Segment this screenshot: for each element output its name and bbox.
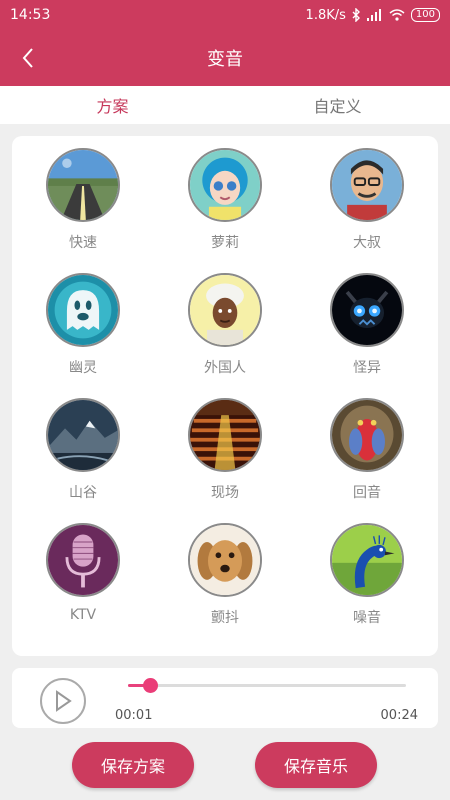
- tab-bar: 方案 自定义: [0, 86, 450, 124]
- audio-player: 00:01 00:24: [12, 668, 438, 728]
- effect-loli[interactable]: 萝莉: [154, 146, 296, 271]
- voice-effect-grid: 快速 萝莉 大叔 幽灵 外国人 怪异 山谷 现场 回音 KTV 颤抖 噪音: [12, 136, 438, 656]
- effect-label: 快速: [69, 235, 97, 251]
- effect-valley[interactable]: 山谷: [12, 396, 154, 521]
- effect-live[interactable]: 现场: [154, 396, 296, 521]
- wifi-icon: [389, 9, 405, 21]
- effect-label: 怪异: [353, 360, 381, 376]
- effect-label: 现场: [211, 485, 239, 501]
- signal-icon: [366, 9, 381, 21]
- girl-avatar-icon: [188, 148, 262, 222]
- effect-label: 外国人: [204, 360, 246, 376]
- battery-indicator: 100: [410, 8, 440, 22]
- status-icons: 1.8K/s 100: [306, 8, 440, 23]
- foreigner-icon: [188, 273, 262, 347]
- microphone-icon: [46, 523, 120, 597]
- tab-presets[interactable]: 方案: [0, 86, 225, 124]
- bluetooth-icon: [352, 8, 360, 22]
- effect-fast[interactable]: 快速: [12, 146, 154, 271]
- play-button[interactable]: [40, 678, 86, 724]
- tab-custom[interactable]: 自定义: [225, 86, 450, 124]
- chevron-left-icon: [22, 48, 33, 68]
- effect-ghost[interactable]: 幽灵: [12, 271, 154, 396]
- crowd-icon: [188, 398, 262, 472]
- effect-label: 回音: [353, 485, 381, 501]
- effect-ktv[interactable]: KTV: [12, 521, 154, 646]
- valley-icon: [46, 398, 120, 472]
- peacock-icon: [330, 523, 404, 597]
- man-avatar-icon: [330, 148, 404, 222]
- status-time: 14:53: [10, 7, 51, 23]
- effect-label: 大叔: [353, 235, 381, 251]
- effect-weird[interactable]: 怪异: [296, 271, 438, 396]
- app-bar: 变音: [0, 30, 450, 86]
- back-button[interactable]: [14, 44, 42, 72]
- effect-uncle[interactable]: 大叔: [296, 146, 438, 271]
- network-speed: 1.8K/s: [305, 7, 346, 23]
- monster-icon: [330, 273, 404, 347]
- effect-label: KTV: [69, 607, 97, 623]
- progress-track[interactable]: [128, 678, 406, 693]
- play-icon: [56, 690, 72, 712]
- save-plan-button[interactable]: 保存方案: [72, 742, 194, 788]
- total-time: 00:24: [380, 708, 418, 723]
- progress-thumb[interactable]: [143, 678, 159, 693]
- effect-noise[interactable]: 噪音: [296, 521, 438, 646]
- effect-label: 颤抖: [211, 610, 239, 626]
- effect-label: 山谷: [69, 485, 97, 501]
- effect-label: 噪音: [353, 610, 381, 626]
- dog-icon: [188, 523, 262, 597]
- road-icon: [46, 148, 120, 222]
- effect-tremble[interactable]: 颤抖: [154, 521, 296, 646]
- effect-label: 幽灵: [69, 360, 97, 376]
- save-music-button[interactable]: 保存音乐: [255, 742, 377, 788]
- ghost-icon: [46, 273, 120, 347]
- effect-foreigner[interactable]: 外国人: [154, 271, 296, 396]
- mandrill-icon: [330, 398, 404, 472]
- status-bar: 14:53 1.8K/s 100: [0, 0, 450, 30]
- effect-label: 萝莉: [211, 235, 239, 251]
- page-title: 变音: [207, 49, 243, 70]
- current-time: 00:01: [115, 708, 153, 723]
- effect-echo[interactable]: 回音: [296, 396, 438, 521]
